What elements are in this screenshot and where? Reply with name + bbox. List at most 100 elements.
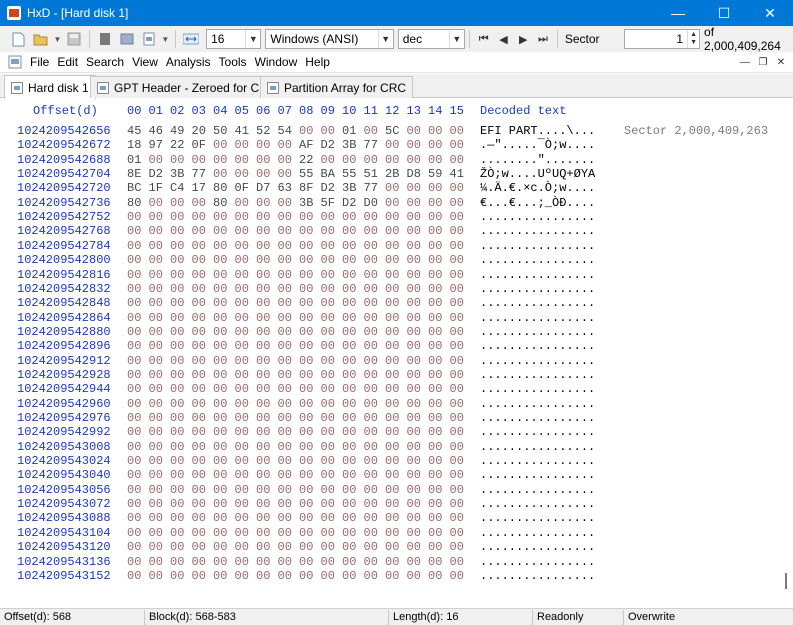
hex-byte[interactable]: 00	[235, 368, 249, 382]
hex-byte[interactable]: 00	[407, 540, 421, 554]
hex-byte[interactable]: 00	[321, 339, 335, 353]
hex-byte[interactable]: 00	[450, 354, 464, 368]
hex-byte[interactable]: 00	[299, 282, 313, 296]
hex-byte[interactable]: 00	[364, 540, 378, 554]
hex-byte[interactable]: 45	[127, 124, 141, 138]
doc-restore-button[interactable]: ❐	[755, 55, 771, 69]
hex-byte[interactable]: 00	[256, 483, 270, 497]
hex-byte[interactable]: 00	[342, 153, 356, 167]
hex-byte[interactable]: D2	[342, 196, 356, 210]
hex-byte[interactable]: 00	[170, 497, 184, 511]
hex-byte[interactable]: 00	[321, 354, 335, 368]
tab-hard-disk-1[interactable]: Hard disk 1	[4, 75, 96, 99]
hex-byte[interactable]: 00	[450, 411, 464, 425]
hex-byte[interactable]: 00	[170, 411, 184, 425]
decoded-text[interactable]: ŽÒ;w....UºUQ+ØYA	[480, 167, 595, 181]
hex-byte[interactable]: 00	[213, 311, 227, 325]
hex-byte[interactable]: 00	[299, 239, 313, 253]
hex-byte[interactable]: 00	[192, 268, 206, 282]
hex-byte[interactable]: 00	[364, 555, 378, 569]
hex-byte[interactable]: 54	[278, 124, 292, 138]
hex-byte[interactable]: 00	[342, 210, 356, 224]
hex-byte[interactable]: 00	[256, 239, 270, 253]
hex-byte[interactable]: 5C	[385, 124, 399, 138]
hex-byte[interactable]: C4	[170, 181, 184, 195]
hex-byte[interactable]: 00	[407, 440, 421, 454]
hex-byte[interactable]: 00	[299, 325, 313, 339]
hex-byte[interactable]: 00	[450, 138, 464, 152]
decoded-text[interactable]: ................	[480, 511, 595, 525]
hex-byte[interactable]: 00	[321, 555, 335, 569]
hex-byte[interactable]: 00	[428, 511, 442, 525]
menu-edit[interactable]: Edit	[53, 55, 82, 69]
hex-byte[interactable]: 00	[450, 540, 464, 554]
hex-byte[interactable]: 00	[299, 253, 313, 267]
hex-byte[interactable]: 00	[385, 382, 399, 396]
hex-byte[interactable]: 00	[385, 425, 399, 439]
hex-byte[interactable]: 00	[321, 483, 335, 497]
hex-byte[interactable]: 00	[385, 181, 399, 195]
hex-byte[interactable]: 00	[407, 153, 421, 167]
hex-byte[interactable]: 00	[149, 311, 163, 325]
hex-byte[interactable]: 00	[213, 138, 227, 152]
hex-byte[interactable]: 00	[428, 181, 442, 195]
hex-byte[interactable]: D2	[321, 138, 335, 152]
decoded-text[interactable]: ................	[480, 253, 595, 267]
hex-byte[interactable]: 00	[364, 153, 378, 167]
hex-byte[interactable]: 00	[278, 296, 292, 310]
hex-byte[interactable]: 00	[450, 282, 464, 296]
hex-byte[interactable]: 00	[127, 354, 141, 368]
hex-byte[interactable]: 00	[364, 454, 378, 468]
hex-byte[interactable]: 00	[256, 526, 270, 540]
hex-byte[interactable]: 00	[321, 569, 335, 583]
hex-byte[interactable]: 00	[127, 253, 141, 267]
hex-byte[interactable]: 00	[342, 440, 356, 454]
hex-byte[interactable]: 00	[299, 540, 313, 554]
hex-byte[interactable]: 00	[407, 354, 421, 368]
hex-byte[interactable]: 00	[235, 511, 249, 525]
hex-byte[interactable]: 00	[364, 425, 378, 439]
hex-byte[interactable]: 00	[149, 397, 163, 411]
hex-byte[interactable]: 00	[192, 497, 206, 511]
decoded-text[interactable]: ................	[480, 325, 595, 339]
hex-byte[interactable]: 00	[364, 511, 378, 525]
hex-byte[interactable]: 00	[213, 296, 227, 310]
hex-byte[interactable]: 00	[299, 311, 313, 325]
hex-byte[interactable]: 00	[407, 569, 421, 583]
hex-byte[interactable]: 50	[213, 124, 227, 138]
hex-byte[interactable]: 00	[278, 325, 292, 339]
hex-byte[interactable]: 00	[149, 454, 163, 468]
hex-byte[interactable]: 00	[170, 196, 184, 210]
hex-byte[interactable]: 00	[364, 210, 378, 224]
hex-byte[interactable]: 00	[407, 382, 421, 396]
hex-byte[interactable]: 00	[256, 253, 270, 267]
hex-byte[interactable]: 00	[299, 497, 313, 511]
hex-byte[interactable]: 00	[278, 153, 292, 167]
hex-byte[interactable]: 00	[235, 540, 249, 554]
hex-byte[interactable]: 00	[256, 440, 270, 454]
hex-byte[interactable]: 00	[213, 224, 227, 238]
hex-byte[interactable]: 00	[321, 526, 335, 540]
hex-byte[interactable]: 51	[364, 167, 378, 181]
hex-byte[interactable]: 00	[428, 138, 442, 152]
hex-byte[interactable]: 00	[192, 239, 206, 253]
hex-byte[interactable]: 00	[321, 325, 335, 339]
hex-byte[interactable]: 00	[342, 224, 356, 238]
hex-byte[interactable]: 00	[364, 354, 378, 368]
hex-byte[interactable]: 00	[342, 411, 356, 425]
hex-byte[interactable]: 00	[450, 296, 464, 310]
hex-byte[interactable]: 00	[278, 411, 292, 425]
hex-byte[interactable]: 00	[450, 382, 464, 396]
hex-byte[interactable]: 00	[213, 210, 227, 224]
hex-byte[interactable]: 00	[256, 311, 270, 325]
hex-byte[interactable]: 00	[364, 253, 378, 267]
hex-byte[interactable]: 00	[321, 368, 335, 382]
hex-byte[interactable]: 00	[192, 555, 206, 569]
hex-byte[interactable]: 00	[407, 138, 421, 152]
tab-partition-array[interactable]: Partition Array for CRC	[260, 76, 414, 98]
hex-byte[interactable]: 00	[170, 397, 184, 411]
hex-byte[interactable]: 00	[299, 411, 313, 425]
hex-byte[interactable]: 00	[278, 354, 292, 368]
hex-byte[interactable]: 00	[385, 153, 399, 167]
hex-byte[interactable]: 00	[428, 296, 442, 310]
